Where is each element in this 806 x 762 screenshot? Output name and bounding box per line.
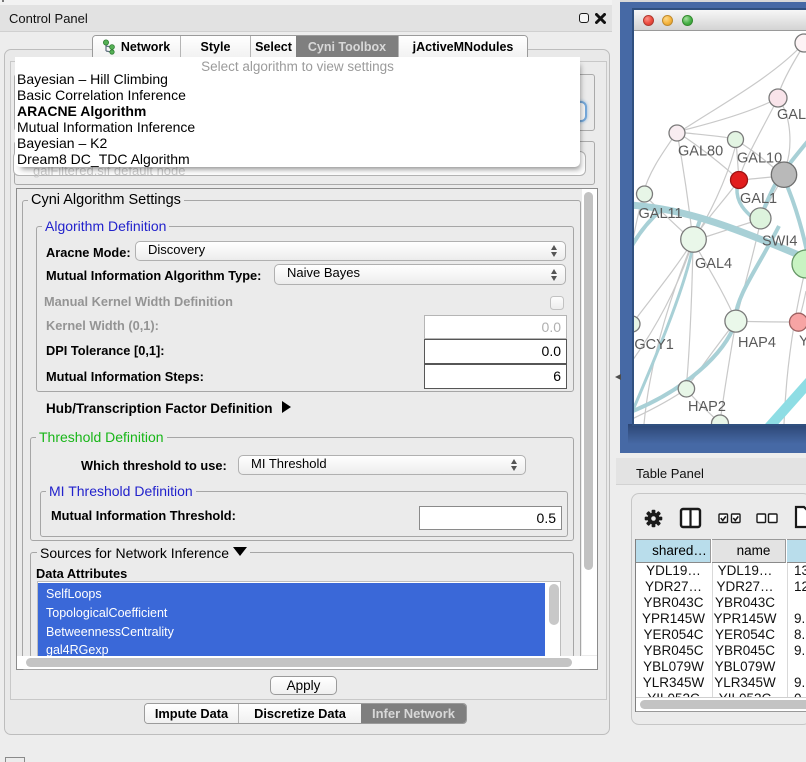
svg-text:HAP2: HAP2 bbox=[688, 399, 726, 415]
svg-text:GAL4: GAL4 bbox=[695, 256, 732, 272]
svg-text:GAL10: GAL10 bbox=[737, 151, 782, 167]
svg-text:SWI4: SWI4 bbox=[762, 234, 797, 250]
svg-text:GAL11: GAL11 bbox=[639, 206, 683, 222]
svg-text:GAL1: GAL1 bbox=[740, 191, 777, 207]
svg-text:Y: Y bbox=[799, 334, 806, 350]
svg-text:HAP4: HAP4 bbox=[738, 335, 776, 351]
svg-text:GCY1: GCY1 bbox=[634, 337, 674, 353]
svg-text:GAL80: GAL80 bbox=[678, 144, 723, 160]
svg-text:GAL7: GAL7 bbox=[777, 107, 806, 123]
